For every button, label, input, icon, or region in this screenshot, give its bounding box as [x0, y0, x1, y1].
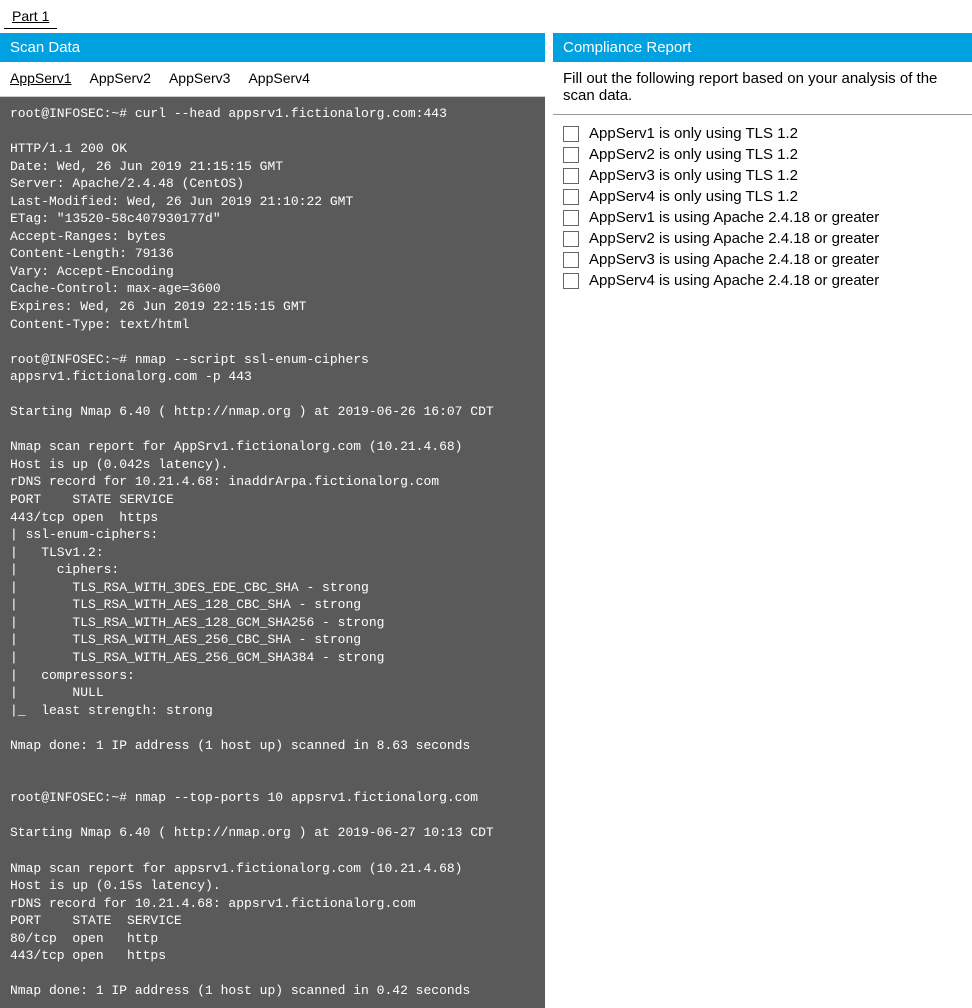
compliance-instruction: Fill out the following report based on y…	[553, 62, 972, 115]
check-label: AppServ1 is using Apache 2.4.18 or great…	[589, 209, 879, 226]
checkbox-appserv4-apache[interactable]	[563, 273, 579, 289]
compliance-panel: Compliance Report Fill out the following…	[545, 33, 972, 1008]
checkbox-appserv1-tls[interactable]	[563, 126, 579, 142]
check-label: AppServ2 is only using TLS 1.2	[589, 146, 798, 163]
check-label: AppServ4 is using Apache 2.4.18 or great…	[589, 272, 879, 289]
check-item: AppServ3 is using Apache 2.4.18 or great…	[563, 251, 962, 268]
check-label: AppServ3 is using Apache 2.4.18 or great…	[589, 251, 879, 268]
tab-appserv4[interactable]: AppServ4	[248, 70, 309, 88]
checkbox-appserv4-tls[interactable]	[563, 189, 579, 205]
check-label: AppServ4 is only using TLS 1.2	[589, 188, 798, 205]
main-container: Scan Data AppServ1 AppServ2 AppServ3 App…	[0, 33, 972, 1008]
terminal-output: root@INFOSEC:~# curl --head appsrv1.fict…	[0, 97, 545, 1008]
checkbox-appserv2-apache[interactable]	[563, 231, 579, 247]
check-item: AppServ4 is using Apache 2.4.18 or great…	[563, 272, 962, 289]
check-item: AppServ4 is only using TLS 1.2	[563, 188, 962, 205]
tab-appserv2[interactable]: AppServ2	[89, 70, 150, 88]
compliance-header: Compliance Report	[553, 33, 972, 62]
checkbox-appserv1-apache[interactable]	[563, 210, 579, 226]
tab-appserv3[interactable]: AppServ3	[169, 70, 230, 88]
check-item: AppServ1 is only using TLS 1.2	[563, 125, 962, 142]
check-item: AppServ2 is only using TLS 1.2	[563, 146, 962, 163]
check-item: AppServ2 is using Apache 2.4.18 or great…	[563, 230, 962, 247]
check-item: AppServ3 is only using TLS 1.2	[563, 167, 962, 184]
tab-appserv1[interactable]: AppServ1	[10, 70, 71, 88]
checkbox-appserv3-apache[interactable]	[563, 252, 579, 268]
part-label: Part 1	[4, 4, 57, 29]
checkbox-appserv3-tls[interactable]	[563, 168, 579, 184]
server-tabs: AppServ1 AppServ2 AppServ3 AppServ4	[0, 62, 545, 97]
check-label: AppServ3 is only using TLS 1.2	[589, 167, 798, 184]
compliance-checklist: AppServ1 is only using TLS 1.2 AppServ2 …	[553, 115, 972, 303]
check-item: AppServ1 is using Apache 2.4.18 or great…	[563, 209, 962, 226]
check-label: AppServ2 is using Apache 2.4.18 or great…	[589, 230, 879, 247]
scan-data-header: Scan Data	[0, 33, 545, 62]
scan-data-panel: Scan Data AppServ1 AppServ2 AppServ3 App…	[0, 33, 545, 1008]
checkbox-appserv2-tls[interactable]	[563, 147, 579, 163]
check-label: AppServ1 is only using TLS 1.2	[589, 125, 798, 142]
